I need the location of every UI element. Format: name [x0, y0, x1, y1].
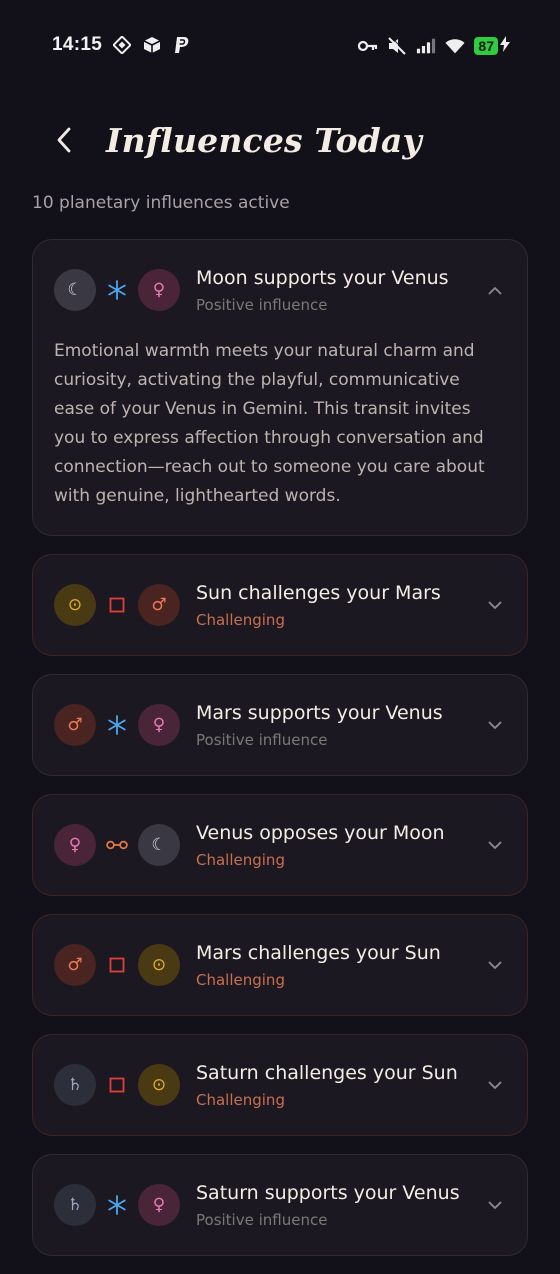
- influence-card: ⊙ ♂ Sun challenges your Mars Challenging: [32, 554, 528, 656]
- influence-title: Mars challenges your Sun: [196, 942, 441, 964]
- influence-tag: Positive influence: [196, 731, 328, 749]
- saturn-glyph-icon: ♄: [54, 1064, 96, 1106]
- page-title: Influences Today: [106, 120, 422, 160]
- app-notification-icon: [112, 35, 132, 55]
- venus-glyph-icon: ♀: [54, 824, 96, 866]
- influence-card: ♄ ⊙ Saturn challenges your Sun Challenging: [32, 1034, 528, 1136]
- cube-notification-icon: [142, 35, 162, 55]
- mute-icon: [387, 36, 408, 56]
- influence-texts: Mars supports your Venus Positive influen…: [196, 701, 479, 749]
- influence-list: ☾ ♀ Moon supports your Venus Positive influ…: [32, 239, 528, 1274]
- influence-card-header[interactable]: ♂ ♀ Mars supports your Venus Positive influ…: [33, 675, 527, 775]
- battery-indicator: 87: [474, 36, 510, 56]
- chevron-down-icon[interactable]: [485, 955, 505, 975]
- influence-texts: Saturn challenges your Sun Challenging: [196, 1061, 479, 1109]
- influence-card-header[interactable]: ⊙ ♂ Sun challenges your Mars Challenging: [33, 555, 527, 655]
- influence-title: Saturn challenges your Sun: [196, 1062, 458, 1084]
- influence-card: ♄ ♀ Saturn supports your Venus Positive inf…: [32, 1154, 528, 1256]
- influence-description: Emotional warmth meets your natural char…: [54, 341, 485, 506]
- venus-glyph-icon: ♀: [138, 1184, 180, 1226]
- chevron-left-icon: [57, 127, 71, 153]
- sextile-aspect-icon: [96, 704, 138, 746]
- mars-symbol: ♂: [67, 715, 83, 735]
- mars-symbol: ♂: [151, 595, 167, 615]
- influences-count: 10 planetary influences active: [32, 193, 290, 213]
- influence-tag: Challenging: [196, 611, 285, 629]
- chevron-down-icon[interactable]: [485, 1195, 505, 1215]
- influence-tag: Positive influence: [196, 296, 328, 314]
- square-aspect-icon: [96, 584, 138, 626]
- moon-glyph-icon: ☾: [54, 269, 96, 311]
- header: Influences Today: [52, 120, 422, 160]
- sun-symbol: ⊙: [67, 595, 83, 615]
- chevron-down-icon[interactable]: [485, 595, 505, 615]
- influence-texts: Saturn supports your Venus Positive influ…: [196, 1181, 479, 1229]
- status-bar: 14:15 87: [0, 0, 560, 90]
- influence-tag: Positive influence: [196, 1211, 328, 1229]
- opposition-aspect-icon: [96, 824, 138, 866]
- sun-glyph-icon: ⊙: [138, 944, 180, 986]
- moon-glyph-icon: ☾: [138, 824, 180, 866]
- charging-icon: [500, 36, 510, 56]
- sun-glyph-icon: ⊙: [54, 584, 96, 626]
- sun-symbol: ⊙: [151, 955, 167, 975]
- influence-card: ♀ ☾ Venus opposes your Moon Challenging: [32, 794, 528, 896]
- influence-card: ♂ ⊙ Mars challenges your Sun Challenging: [32, 914, 528, 1016]
- venus-glyph-icon: ♀: [138, 269, 180, 311]
- influence-texts: Mars challenges your Sun Challenging: [196, 941, 479, 989]
- status-time: 14:15: [52, 34, 103, 55]
- signal-icon: [416, 36, 436, 56]
- venus-symbol: ♀: [68, 835, 82, 855]
- influence-tag: Challenging: [196, 851, 285, 869]
- chevron-up-icon[interactable]: [485, 280, 505, 300]
- sextile-aspect-icon: [96, 269, 138, 311]
- square-aspect-icon: [96, 1064, 138, 1106]
- sextile-aspect-icon: [96, 1184, 138, 1226]
- influence-texts: Sun challenges your Mars Challenging: [196, 581, 479, 629]
- influence-card-header[interactable]: ♄ ⊙ Saturn challenges your Sun Challenging: [33, 1035, 527, 1135]
- influence-title: Saturn supports your Venus: [196, 1182, 460, 1204]
- saturn-symbol: ♄: [67, 1195, 83, 1215]
- influence-card-header[interactable]: ♀ ☾ Venus opposes your Moon Challenging: [33, 795, 527, 895]
- paypal-notification-icon: [172, 35, 192, 55]
- influence-card: ☾ ♀ Moon supports your Venus Positive influ…: [32, 239, 528, 536]
- sun-symbol: ⊙: [151, 1075, 167, 1095]
- influence-texts: Moon supports your Venus Positive influen…: [196, 266, 479, 314]
- chevron-down-icon[interactable]: [485, 715, 505, 735]
- wifi-icon: [445, 36, 465, 56]
- venus-symbol: ♀: [152, 280, 166, 300]
- mars-glyph-icon: ♂: [138, 584, 180, 626]
- chevron-down-icon[interactable]: [485, 835, 505, 855]
- influence-card-header[interactable]: ♄ ♀ Saturn supports your Venus Positive inf…: [33, 1155, 527, 1255]
- key-icon: [358, 36, 378, 56]
- saturn-symbol: ♄: [67, 1075, 83, 1095]
- venus-symbol: ♀: [152, 715, 166, 735]
- mars-symbol: ♂: [67, 955, 83, 975]
- moon-symbol: ☾: [151, 835, 167, 855]
- influence-card-header[interactable]: ♂ ⊙ Mars challenges your Sun Challenging: [33, 915, 527, 1015]
- venus-symbol: ♀: [152, 1195, 166, 1215]
- influence-tag: Challenging: [196, 971, 285, 989]
- influence-title: Mars supports your Venus: [196, 702, 443, 724]
- status-left: 14:15: [52, 34, 192, 56]
- back-button[interactable]: [52, 120, 76, 160]
- influence-tag: Challenging: [196, 1091, 285, 1109]
- chevron-down-icon[interactable]: [485, 1075, 505, 1095]
- status-right: 87: [358, 36, 510, 56]
- mars-glyph-icon: ♂: [54, 704, 96, 746]
- sun-glyph-icon: ⊙: [138, 1064, 180, 1106]
- battery-level: 87: [474, 37, 498, 55]
- influence-title: Sun challenges your Mars: [196, 582, 441, 604]
- influence-card-header[interactable]: ☾ ♀ Moon supports your Venus Positive influ…: [33, 240, 527, 340]
- influence-texts: Venus opposes your Moon Challenging: [196, 821, 479, 869]
- mars-glyph-icon: ♂: [54, 944, 96, 986]
- moon-symbol: ☾: [67, 280, 83, 300]
- square-aspect-icon: [96, 944, 138, 986]
- influence-title: Venus opposes your Moon: [196, 822, 445, 844]
- saturn-glyph-icon: ♄: [54, 1184, 96, 1226]
- influence-title: Moon supports your Venus: [196, 267, 449, 289]
- venus-glyph-icon: ♀: [138, 704, 180, 746]
- influence-card: ♂ ♀ Mars supports your Venus Positive influ…: [32, 674, 528, 776]
